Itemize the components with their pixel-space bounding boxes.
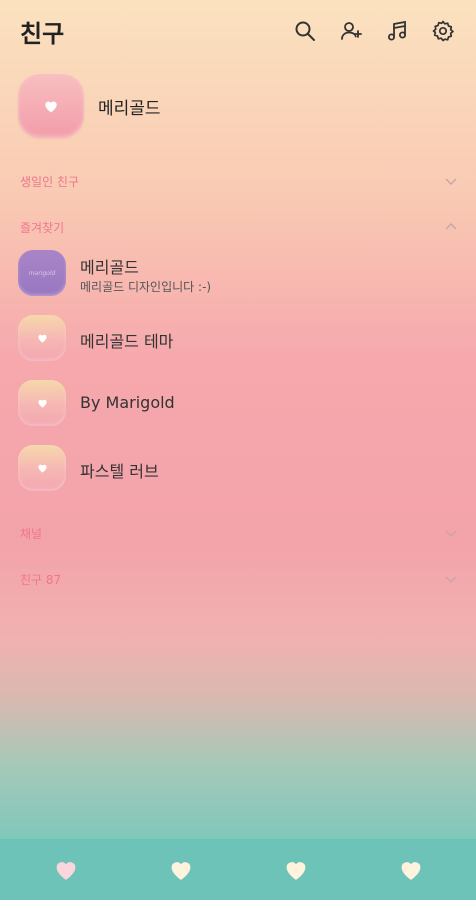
header: 친구 (0, 0, 476, 66)
chats-tab[interactable] (167, 855, 195, 883)
friend-name: 메리골드 테마 (80, 332, 174, 351)
section-friends[interactable]: 친구 87 (20, 568, 460, 590)
add-friend-icon[interactable] (338, 18, 364, 44)
heart-icon (45, 101, 57, 113)
avatar (18, 315, 66, 361)
list-item[interactable]: marigold 메리골드 메리골드 디자인입니다 :-) (18, 250, 458, 300)
bottom-tab-bar (0, 839, 476, 900)
section-favorites[interactable]: 즐겨찾기 (20, 216, 460, 238)
list-item[interactable]: 메리골드 테마 (18, 315, 458, 365)
section-birthday[interactable]: 생일인 친구 (20, 170, 460, 192)
heart-icon (37, 464, 47, 473)
chevron-down-icon (445, 576, 457, 584)
heart-icon (37, 399, 47, 408)
avatar (18, 380, 66, 426)
chevron-up-icon (445, 222, 457, 230)
view-tab[interactable] (282, 855, 310, 883)
heart-icon (37, 334, 47, 343)
heart-icon (401, 861, 421, 880)
chevron-down-icon (445, 530, 457, 538)
avatar (18, 74, 84, 138)
friends-tab[interactable] (52, 855, 80, 883)
avatar-logo: marigold (28, 269, 56, 277)
friend-name: 메리골드 (80, 258, 139, 277)
search-icon[interactable] (292, 18, 318, 44)
avatar: marigold (18, 250, 66, 296)
avatar (18, 445, 66, 491)
section-label: 생일인 친구 (20, 175, 80, 189)
section-label: 친구 87 (20, 573, 62, 587)
list-item[interactable]: 파스텔 러브 (18, 445, 458, 495)
more-tab[interactable] (397, 855, 425, 883)
friend-name: 파스텔 러브 (80, 462, 159, 481)
chevron-down-icon (445, 178, 457, 186)
section-label: 즐겨찾기 (20, 221, 65, 235)
music-icon[interactable] (384, 18, 410, 44)
my-profile[interactable]: 메리골드 (18, 74, 458, 140)
profile-name: 메리골드 (98, 99, 161, 119)
heart-icon (171, 861, 191, 880)
friend-status: 메리골드 디자인입니다 :-) (80, 280, 212, 294)
heart-icon (286, 861, 306, 880)
list-item[interactable]: By Marigold (18, 380, 458, 430)
settings-icon[interactable] (430, 18, 456, 44)
heart-icon (56, 861, 76, 880)
section-label: 채널 (20, 527, 43, 541)
page-title: 친구 (20, 20, 65, 48)
section-channel[interactable]: 채널 (20, 522, 460, 544)
friend-name: By Marigold (80, 393, 175, 412)
